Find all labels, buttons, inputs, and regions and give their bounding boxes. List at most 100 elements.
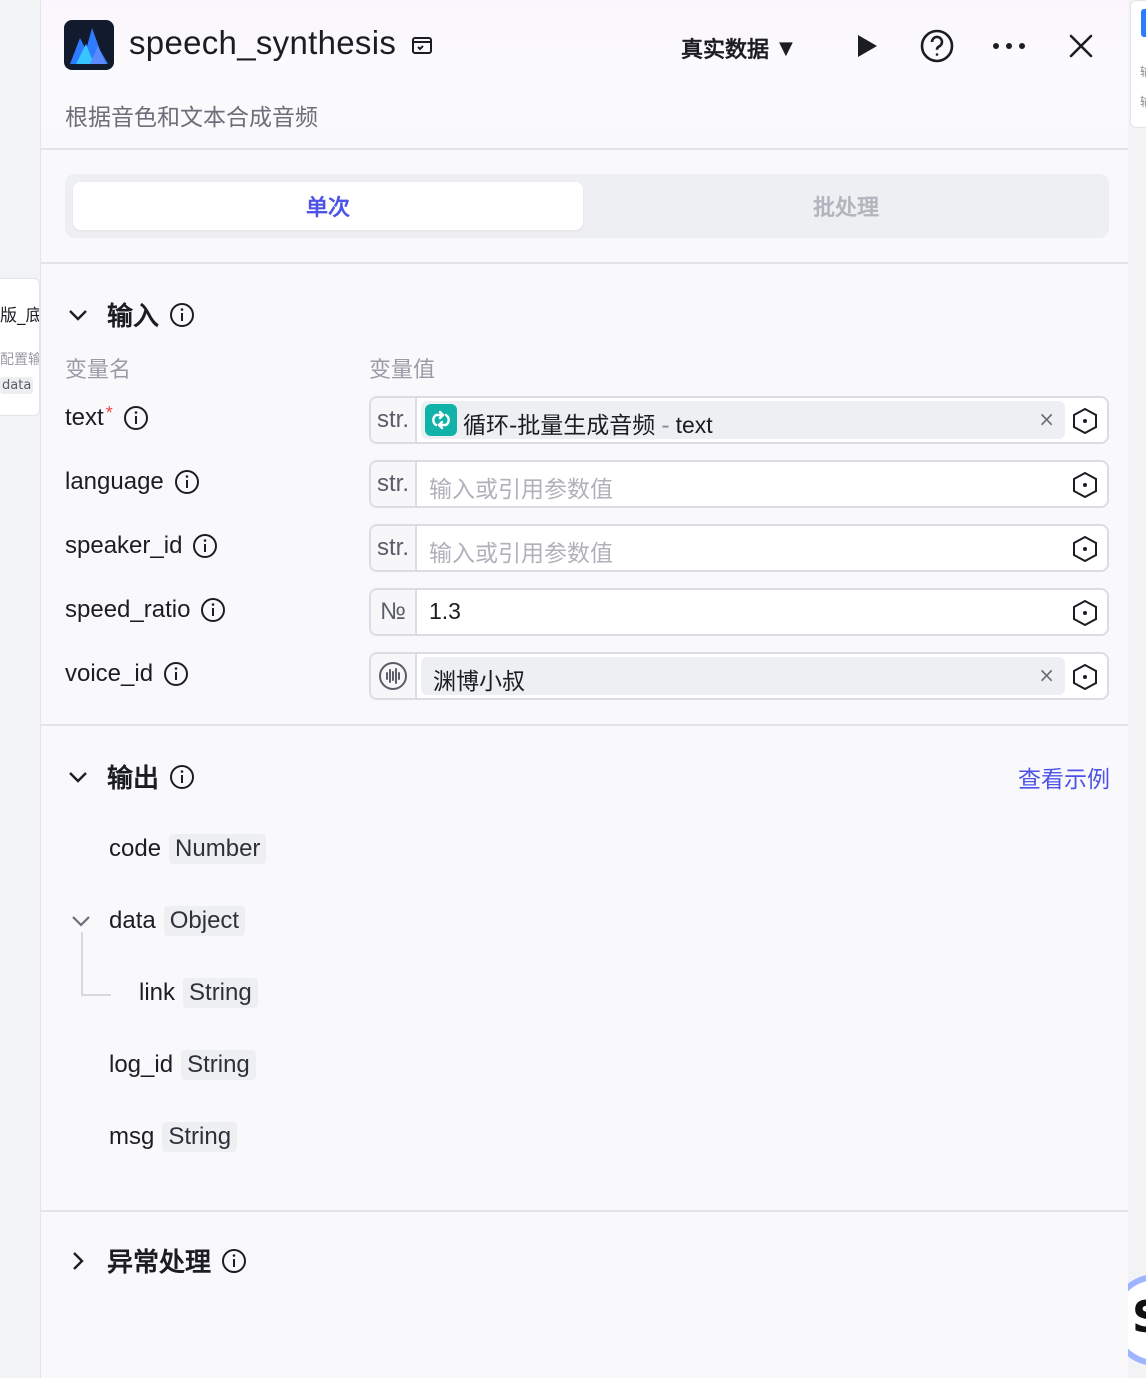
info-icon[interactable] [200,597,226,623]
type-badge[interactable]: str. [371,526,417,570]
tab-batch[interactable]: 批处理 [591,182,1101,230]
variable-picker-icon[interactable] [1071,535,1099,563]
param-label: speaker_id [65,532,183,559]
voice-select-tag[interactable]: 渊博小叔 × [421,657,1065,695]
output-field-type: String [181,1050,256,1080]
error-handling-section: 异常处理 [41,1212,1128,1376]
input-row-text: text * str. 循环-批量生成音频 - text × [41,396,1129,444]
canvas-node-title: 版_底 [0,306,40,326]
output-field-type: Object [163,906,246,936]
canvas-node-text: 输 [1140,93,1146,110]
output-field-name: msg [109,1123,155,1150]
close-icon [1069,34,1093,58]
info-icon[interactable] [192,533,218,559]
more-icon [993,43,1025,49]
param-label: voice_id [65,660,154,687]
language-value-field[interactable]: str. 输入或引用参数值 [369,460,1109,508]
caret-down-icon: ▼ [779,37,793,59]
variable-picker-icon[interactable] [1071,663,1099,691]
chevron-down-icon[interactable] [65,302,91,328]
param-label: speed_ratio [65,596,191,623]
info-icon[interactable] [163,661,189,687]
param-name: voice_id [65,660,189,688]
type-badge[interactable]: № [371,590,417,634]
param-name: speaker_id [65,532,218,560]
canvas-node-tag: data [0,377,34,394]
input-section-label: 输入 [107,302,160,332]
variable-picker-icon[interactable] [1071,407,1099,435]
error-handling-header[interactable]: 异常处理 [65,1242,247,1279]
info-icon[interactable] [174,469,200,495]
voice-id-value-field[interactable]: 渊博小叔 × [369,652,1109,700]
required-mark: * [105,402,113,423]
column-header-name: 变量名 [65,358,132,383]
help-button[interactable] [917,26,957,66]
view-example-link[interactable]: 查看示例 [1018,760,1110,794]
close-button[interactable] [1061,26,1101,66]
speaker-id-value-field[interactable]: str. 输入或引用参数值 [369,524,1109,572]
play-icon [858,35,877,57]
variable-picker-icon[interactable] [1071,471,1099,499]
error-handling-label: 异常处理 [107,1248,212,1278]
run-mode-tabs: 单次 批处理 [65,174,1109,238]
value-input-placeholder[interactable]: 输入或引用参数值 [429,470,613,504]
input-row-voice-id: voice_id 渊博小叔 × [41,652,1129,700]
tree-connector [81,932,83,996]
output-field: code Number [109,834,267,864]
variable-picker-icon[interactable] [1071,599,1099,627]
canvas-node-card[interactable]: 版_底 配置输 data [0,278,40,416]
tree-connector [81,994,111,996]
output-field-name: link [139,979,176,1006]
canvas-node-card-right[interactable]: 输 输 [1130,0,1146,128]
info-icon[interactable] [221,1248,247,1274]
voice-type-badge[interactable] [371,654,417,698]
data-mode-select[interactable]: 真实数据 ▼ [681,32,793,64]
output-field-name: data [109,907,156,934]
clear-reference-icon[interactable]: × [1038,407,1055,431]
more-button[interactable] [989,26,1029,66]
param-label: language [65,468,164,495]
type-badge[interactable]: str. [371,398,417,442]
value-input[interactable]: 1.3 [429,598,461,625]
app-logo-icon [64,20,114,70]
chevron-down-icon[interactable] [69,915,93,927]
reference-node: 循环-批量生成音频 [463,413,656,439]
node-title: speech_synthesis [129,24,397,61]
info-icon[interactable] [169,764,195,790]
output-field: msg String [109,1122,238,1152]
reference-variable: text [675,412,713,438]
tab-single[interactable]: 单次 [73,182,583,230]
param-label: text [65,404,104,431]
canvas-node-subtitle: 配置输 [0,352,40,368]
output-field: log_id String [109,1050,256,1080]
canvas-node-text: 输 [1140,63,1146,80]
voice-wave-icon [379,662,407,690]
chevron-down-icon[interactable] [65,764,91,790]
panel-header: speech_synthesis 根据音色和文本合成音频 真实数据 ▼ [41,0,1128,150]
value-input-placeholder[interactable]: 输入或引用参数值 [429,534,613,568]
output-section-header[interactable]: 输出 [65,758,195,795]
output-field-name: log_id [109,1051,174,1078]
type-badge[interactable]: str. [371,462,417,506]
help-icon [920,29,954,63]
speed-ratio-value-field[interactable]: № 1.3 [369,588,1109,636]
text-value-field[interactable]: str. 循环-批量生成音频 - text × [369,396,1109,444]
canvas-node-accent [1141,9,1146,37]
output-field-type: String [162,1122,238,1152]
clear-voice-icon[interactable]: × [1038,663,1055,687]
variable-reference-tag[interactable]: 循环-批量生成音频 - text × [421,401,1065,439]
chevron-right-icon[interactable] [65,1248,91,1274]
input-section-header[interactable]: 输入 [65,296,195,333]
param-name: text * [65,402,149,432]
plugin-store-icon[interactable] [409,32,435,58]
column-header-value: 变量值 [369,358,436,383]
info-icon[interactable] [123,405,149,431]
input-row-language: language str. 输入或引用参数值 [41,460,1129,508]
run-button[interactable] [847,26,887,66]
loop-icon [425,404,457,436]
output-section-label: 输出 [107,764,160,794]
output-section: 输出 查看示例 code Number data Object link Str… [41,726,1128,1212]
param-name: language [65,468,200,496]
info-icon[interactable] [169,302,195,328]
run-mode-tabs-wrap: 单次 批处理 [41,150,1128,264]
